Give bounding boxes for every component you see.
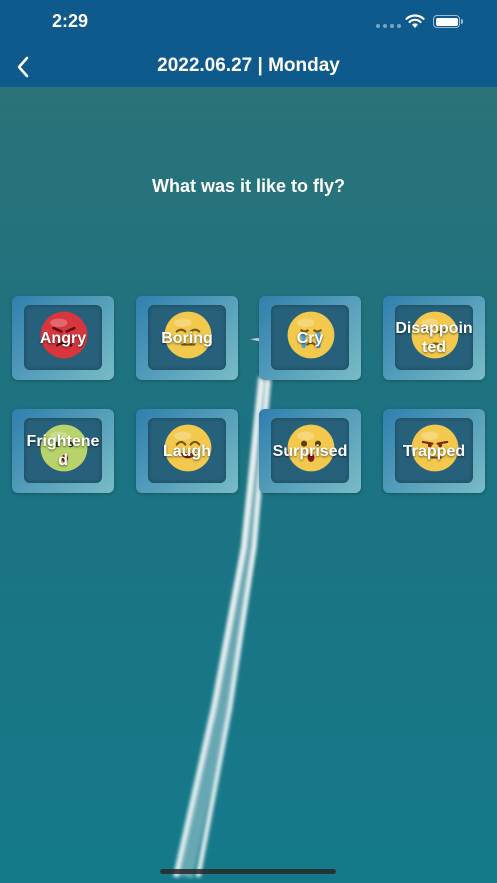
mood-label: Disappointed	[395, 320, 473, 356]
mood-label: Cry	[296, 329, 324, 347]
mood-button-cry[interactable]: Cry	[259, 296, 361, 380]
wifi-icon	[405, 14, 425, 28]
signal-icon	[376, 24, 401, 28]
mood-button-frightened[interactable]: Frightened	[12, 409, 114, 493]
mood-label: Angry	[39, 329, 87, 347]
header: 2:29 2022.06.27 | Monday	[0, 0, 497, 87]
mood-button-laugh[interactable]: Laugh	[136, 409, 238, 493]
mood-label: Frightened	[26, 433, 100, 469]
home-indicator[interactable]	[160, 869, 336, 874]
mood-button-trapped[interactable]: Trapped	[383, 409, 485, 493]
mood-label: Boring	[161, 329, 213, 347]
question-text: What was it like to fly?	[151, 176, 346, 196]
page-title: 2022.06.27 | Monday	[157, 55, 340, 76]
mood-button-disappointed[interactable]: Disappointed	[383, 296, 485, 380]
mood-button-angry[interactable]: Angry	[12, 296, 114, 380]
mood-label: Laugh	[163, 442, 211, 460]
mood-button-boring[interactable]: Boring	[136, 296, 238, 380]
battery-icon	[433, 15, 463, 28]
mood-label: Surprised	[272, 442, 348, 460]
mood-label: Trapped	[402, 442, 466, 460]
status-time: 2:29	[52, 11, 89, 31]
mood-button-surprised[interactable]: Surprised	[259, 409, 361, 493]
